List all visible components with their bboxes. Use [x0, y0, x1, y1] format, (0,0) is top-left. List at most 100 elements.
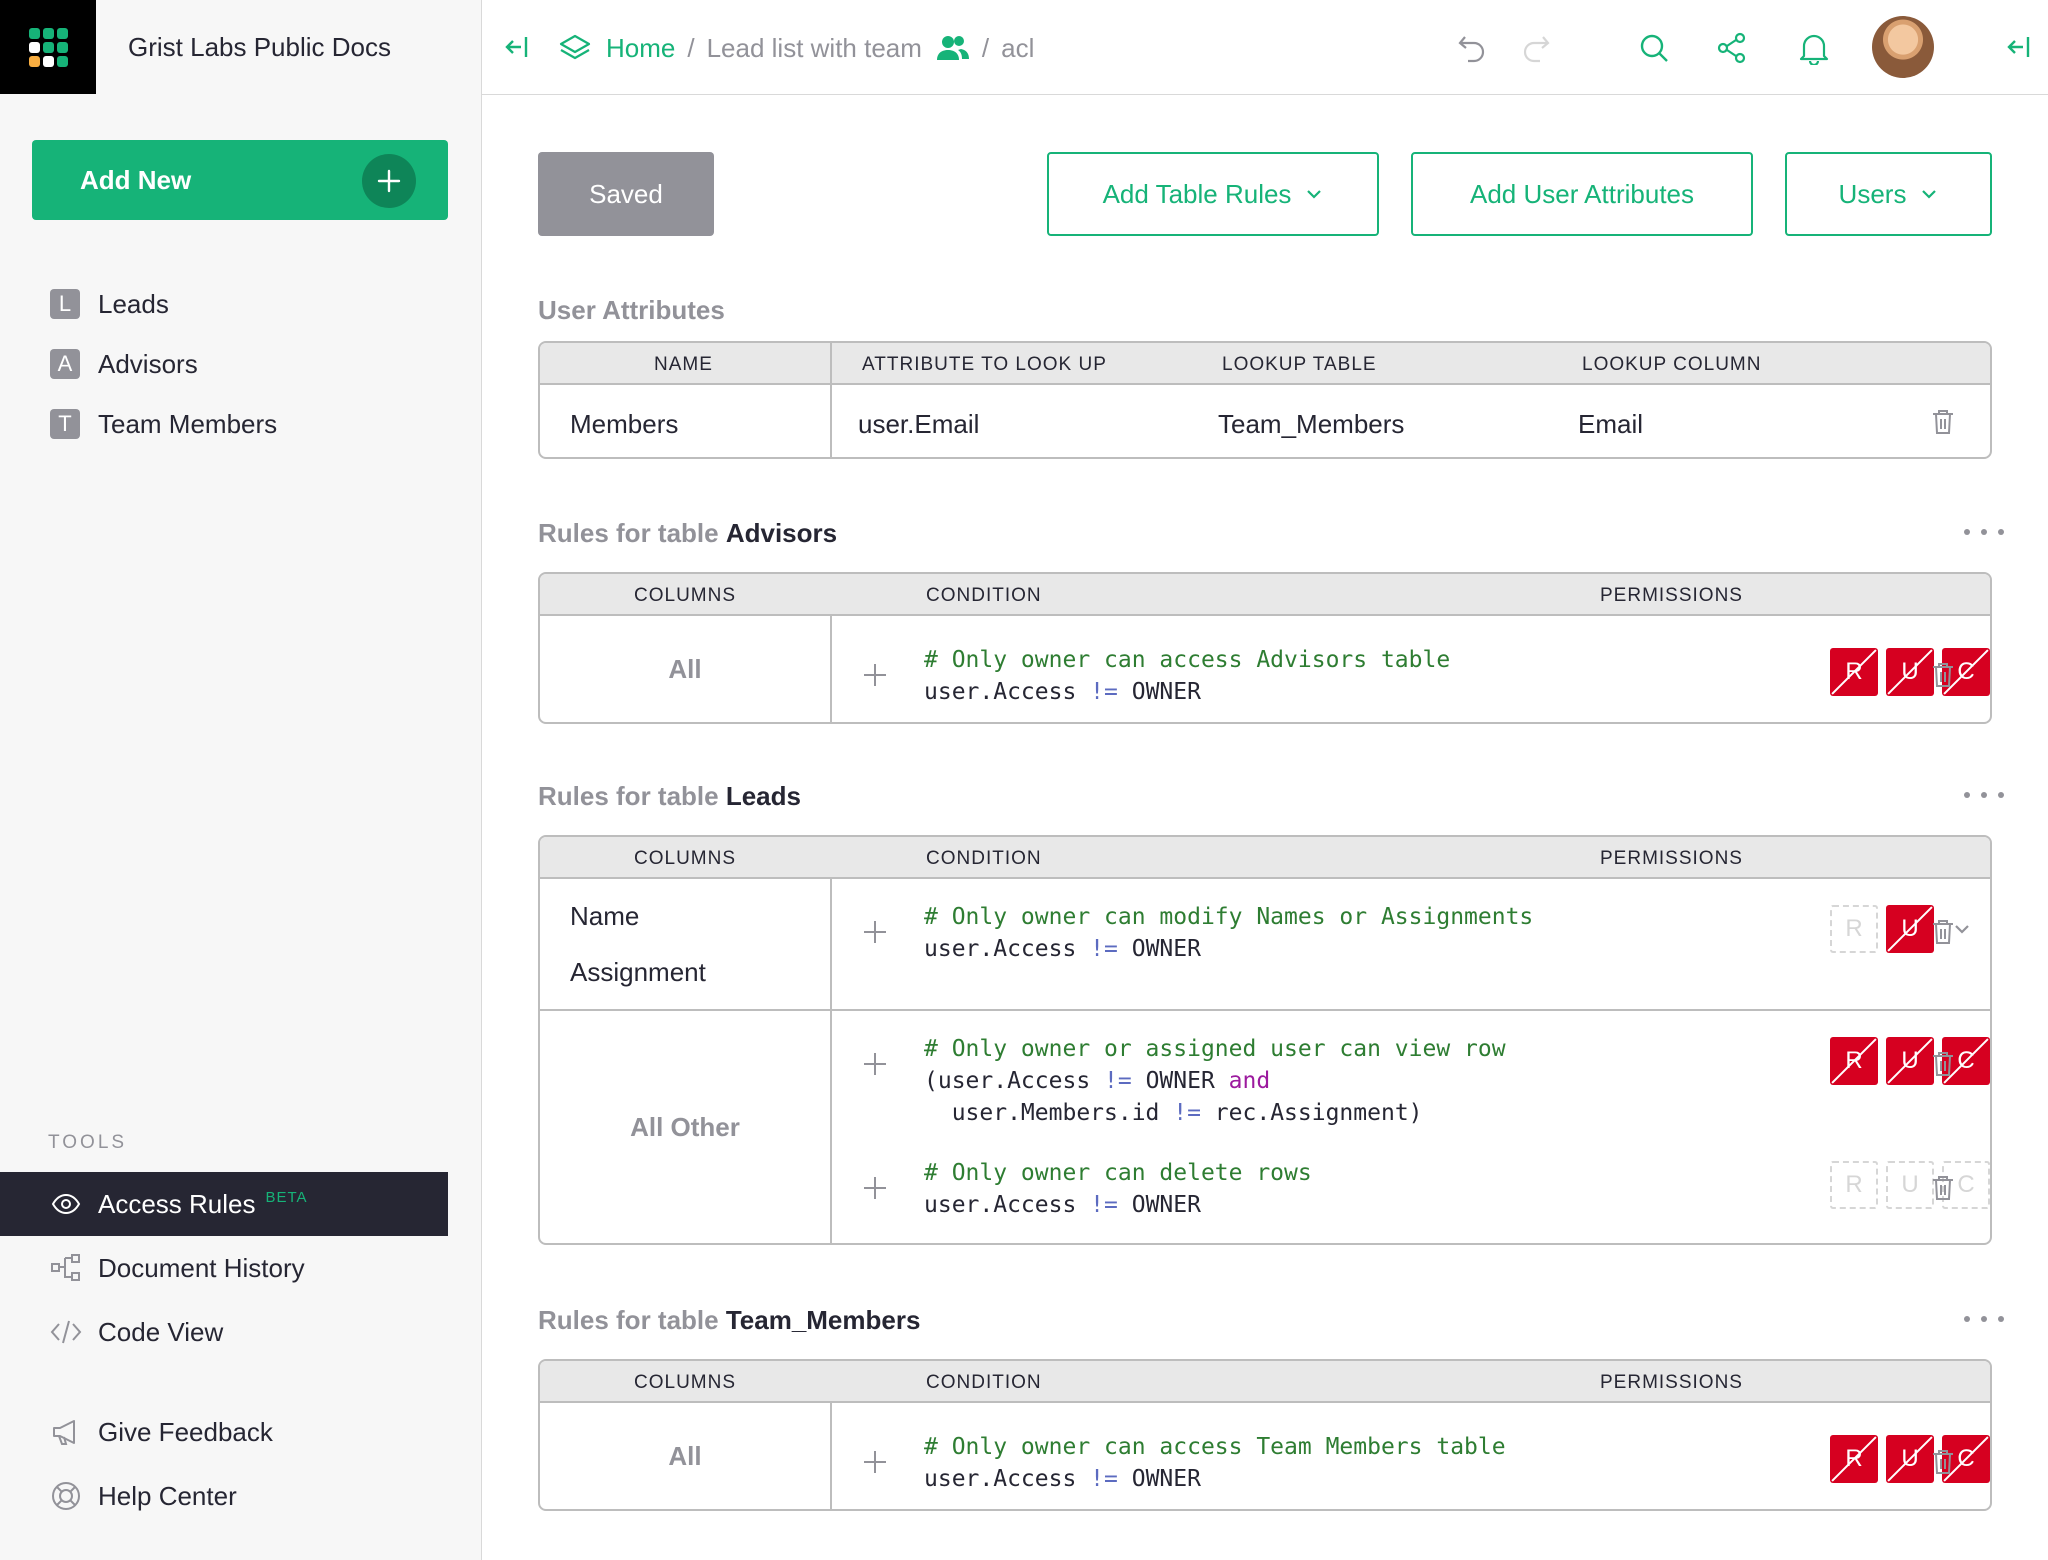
add-table-rules-button[interactable]: Add Table Rules — [1047, 152, 1379, 236]
page-item-advisors[interactable]: A Advisors — [0, 334, 482, 394]
attribute-lookup-column[interactable]: Email — [1578, 409, 1643, 440]
search-icon[interactable] — [1634, 28, 1674, 68]
add-rule-plus-icon[interactable] — [858, 1445, 892, 1479]
bell-icon[interactable] — [1794, 28, 1834, 68]
permission-r-denied[interactable]: R — [1830, 1037, 1878, 1085]
rules-table: COLUMNS CONDITION PERMISSIONS All # Only own… — [538, 572, 1992, 724]
rules-table-title: Rules for table Advisors — [538, 518, 837, 549]
delete-rule-trash-icon[interactable] — [1926, 658, 1960, 692]
permission-r-unset[interactable]: R — [1830, 1161, 1878, 1209]
rule: # Only owner can access Team Members tab… — [830, 1431, 1990, 1509]
permission-r-denied[interactable]: R — [1830, 648, 1878, 696]
add-new-label: Add New — [80, 164, 192, 195]
condition-code-line: user.Access != OWNER — [924, 1466, 1201, 1492]
breadcrumb-doc[interactable]: Lead list with team — [707, 33, 922, 64]
chevron-down-icon — [1305, 188, 1323, 200]
users-label: Users — [1838, 178, 1907, 209]
columns-cell[interactable]: All — [540, 1403, 830, 1509]
condition-comment: # Only owner or assigned user can view r… — [924, 1036, 1506, 1062]
redo-icon[interactable] — [1516, 28, 1556, 68]
page-label: Team Members — [98, 408, 278, 439]
attribute-name[interactable]: Members — [570, 409, 678, 440]
permission-r-denied[interactable]: R — [1830, 1435, 1878, 1483]
document-history-item[interactable]: Document History — [0, 1236, 448, 1300]
condition-code-line: user.Access != OWNER — [924, 679, 1201, 705]
condition-code-line: user.Members.id != rec.Assignment) — [924, 1100, 1423, 1126]
team-users-icon[interactable] — [936, 33, 970, 63]
columns-cell[interactable]: All Other — [540, 1011, 830, 1243]
header-permissions: PERMISSIONS — [1600, 585, 1743, 606]
attribute-lookup[interactable]: user.Email — [858, 409, 979, 440]
users-button[interactable]: Users — [1785, 152, 1992, 236]
code-view-item[interactable]: Code View — [0, 1300, 448, 1364]
header-condition: CONDITION — [926, 1372, 1042, 1393]
undo-icon[interactable] — [1452, 28, 1492, 68]
rules-table-name: Leads — [725, 781, 801, 811]
add-rule-plus-icon[interactable] — [858, 1171, 892, 1205]
rule: # Only owner can delete rows user.Access … — [830, 1157, 1990, 1243]
add-new-button[interactable]: Add New — [32, 140, 448, 220]
page-item-leads[interactable]: L Leads — [0, 274, 482, 334]
more-options-icon[interactable] — [1964, 1309, 2004, 1329]
access-rules-item[interactable]: Access Rules BETA — [0, 1172, 448, 1236]
permission-set: RUCD — [1830, 1435, 1990, 1483]
rules-table-name: Advisors — [725, 518, 838, 548]
breadcrumb-home[interactable]: Home — [606, 33, 675, 64]
condition-formula[interactable]: # Only owner can delete rows user.Access … — [924, 1157, 1554, 1221]
page-label: Leads — [98, 288, 169, 319]
home-layers-icon[interactable] — [558, 33, 592, 63]
history-icon — [48, 1250, 84, 1286]
add-rule-plus-icon[interactable] — [858, 915, 892, 949]
attribute-lookup-table[interactable]: Team_Members — [1218, 409, 1404, 440]
delete-rule-trash-icon[interactable] — [1926, 915, 1960, 949]
breadcrumb-page[interactable]: acl — [1001, 33, 1034, 64]
delete-rule-trash-icon[interactable] — [1926, 1171, 1960, 1205]
column-name[interactable]: Assignment — [570, 957, 706, 988]
add-user-attributes-button[interactable]: Add User Attributes — [1411, 152, 1753, 236]
delete-trash-icon[interactable] — [1926, 405, 1960, 439]
header-name: NAME — [654, 354, 713, 375]
table-header: COLUMNS CONDITION PERMISSIONS — [540, 1361, 1990, 1403]
org-name[interactable]: Grist Labs Public Docs — [128, 32, 391, 63]
condition-formula[interactable]: # Only owner can access Team Members tab… — [924, 1431, 1554, 1495]
left-panel: Grist Labs Public Docs Add New L Leads A… — [0, 0, 482, 1560]
header-lookup-column: LOOKUP COLUMN — [1582, 354, 1762, 375]
top-bar: Home / Lead list with team / acl — [482, 0, 2048, 95]
access-rules-page: Saved Add Table Rules Add User Attribute… — [482, 95, 2048, 1560]
delete-rule-trash-icon[interactable] — [1926, 1445, 1960, 1479]
share-icon[interactable] — [1712, 28, 1752, 68]
condition-formula[interactable]: # Only owner or assigned user can view r… — [924, 1033, 1554, 1129]
rules-title-prefix: Rules for table — [538, 1305, 719, 1335]
chevron-down-icon — [1920, 188, 1938, 200]
header-lookup-table: LOOKUP TABLE — [1222, 354, 1377, 375]
delete-rule-trash-icon[interactable] — [1926, 1047, 1960, 1081]
user-avatar[interactable] — [1872, 16, 1934, 78]
add-rule-plus-icon[interactable] — [858, 658, 892, 692]
lifebuoy-icon — [48, 1478, 84, 1514]
saved-button[interactable]: Saved — [538, 152, 714, 236]
page-item-team-members[interactable]: T Team Members — [0, 394, 482, 454]
columns-cell[interactable]: All — [540, 616, 830, 722]
permission-r-unset[interactable]: R — [1830, 905, 1878, 953]
condition-code-line: user.Access != OWNER — [924, 936, 1201, 962]
condition-formula[interactable]: # Only owner can modify Names or Assignm… — [924, 901, 1554, 965]
table-header: NAME ATTRIBUTE TO LOOK UP LOOKUP TABLE L… — [540, 343, 1990, 385]
condition-formula[interactable]: # Only owner can access Advisors table us… — [924, 644, 1554, 708]
add-rule-plus-icon[interactable] — [858, 1047, 892, 1081]
rule: # Only owner can modify Names or Assignm… — [830, 901, 1990, 991]
give-feedback-item[interactable]: Give Feedback — [0, 1400, 448, 1464]
grist-logo[interactable] — [0, 0, 96, 94]
breadcrumb: Home / Lead list with team / acl — [558, 28, 1034, 68]
condition-comment: # Only owner can access Advisors table — [924, 647, 1451, 673]
collapse-left-icon[interactable] — [500, 30, 534, 64]
help-center-label: Help Center — [98, 1480, 237, 1511]
more-options-icon[interactable] — [1964, 785, 2004, 805]
tools-heading: TOOLS — [48, 1132, 128, 1153]
column-name[interactable]: Name — [570, 901, 639, 932]
user-attributes-table: NAME ATTRIBUTE TO LOOK UP LOOKUP TABLE L… — [538, 341, 1992, 459]
help-center-item[interactable]: Help Center — [0, 1464, 448, 1528]
collapse-right-icon[interactable] — [2002, 30, 2036, 64]
header-condition: CONDITION — [926, 585, 1042, 606]
beta-badge: BETA — [265, 1188, 308, 1206]
more-options-icon[interactable] — [1964, 522, 2004, 542]
